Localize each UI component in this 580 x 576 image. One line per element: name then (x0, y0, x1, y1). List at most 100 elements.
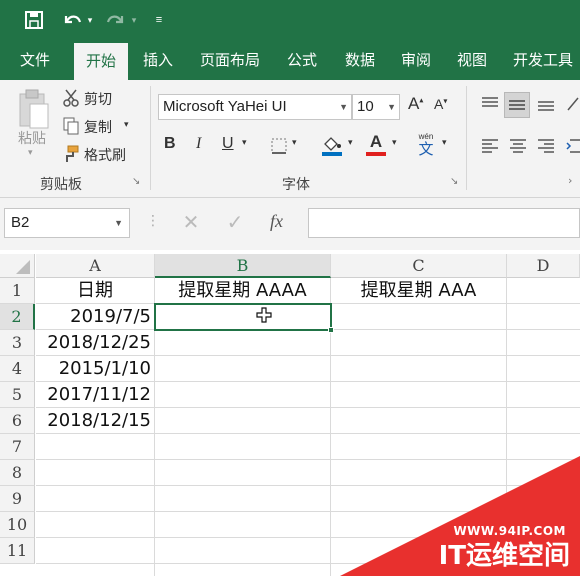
underline-dropdown-icon[interactable]: ▾ (242, 138, 247, 148)
cell-a5[interactable]: 2017/11/12 (36, 382, 154, 408)
paste-icon[interactable] (16, 88, 52, 132)
fill-handle[interactable] (328, 327, 334, 333)
align-right-icon[interactable] (536, 136, 556, 156)
customize-toolbar-icon[interactable]: ≡ (152, 6, 166, 34)
undo-icon[interactable] (60, 6, 84, 34)
align-center-icon[interactable] (508, 136, 528, 156)
watermark: WWW.94IP.COM IT运维空间 (340, 456, 580, 576)
font-launcher-icon[interactable]: ↘ (450, 176, 458, 187)
cell-a2[interactable]: 2019/7/5 (36, 304, 154, 330)
font-size-value: 10 (357, 98, 374, 115)
insert-function-button[interactable]: fx (270, 211, 283, 232)
tab-formulas[interactable]: 公式 (278, 40, 326, 80)
cell-a3[interactable]: 2018/12/25 (36, 330, 154, 356)
cell-c1[interactable]: 提取星期 AAA (331, 278, 506, 304)
grow-font-button[interactable]: A▴ (408, 94, 423, 114)
row-header-8[interactable]: 8 (0, 460, 35, 486)
copy-dropdown-icon[interactable]: ▾ (124, 120, 129, 130)
shrink-font-button[interactable]: A▾ (434, 96, 447, 112)
phonetic-button[interactable]: wén 文 (414, 132, 438, 160)
ribbon-scroll-indicator[interactable]: › (568, 174, 572, 187)
row-header-10[interactable]: 10 (0, 512, 35, 538)
tab-home[interactable]: 开始 (74, 43, 128, 80)
copy-button[interactable]: 复制 (84, 117, 112, 137)
cut-button[interactable]: 剪切 (84, 89, 112, 109)
name-box-dropdown-icon[interactable]: ▼ (114, 209, 123, 237)
tab-review[interactable]: 审阅 (392, 40, 440, 80)
row-header-1[interactable]: 1 (0, 278, 35, 304)
bold-button[interactable]: B (164, 135, 176, 153)
indent-icon[interactable] (566, 136, 580, 156)
phonetic-dropdown-icon[interactable]: ▾ (442, 138, 447, 148)
ribbon-tabs: 文件 开始 插入 页面布局 公式 数据 审阅 视图 开发工具 (0, 40, 580, 80)
tab-page-layout[interactable]: 页面布局 (192, 40, 268, 80)
tab-data[interactable]: 数据 (336, 40, 384, 80)
clipboard-group-label: 剪贴板 (40, 177, 82, 193)
cell-a4[interactable]: 2015/1/10 (36, 356, 154, 382)
tab-file[interactable]: 文件 (10, 40, 60, 80)
font-group-label: 字体 (282, 177, 310, 193)
undo-dropdown-icon[interactable]: ▾ (84, 6, 96, 34)
align-left-icon[interactable] (480, 136, 500, 156)
row-header-3[interactable]: 3 (0, 330, 35, 356)
cell-b1[interactable]: 提取星期 AAAA (155, 278, 330, 304)
tab-developer[interactable]: 开发工具 (506, 40, 580, 80)
name-box-value: B2 (11, 214, 30, 231)
row-header-6[interactable]: 6 (0, 408, 35, 434)
column-header-c[interactable]: C (331, 254, 507, 278)
copy-icon (62, 116, 80, 136)
font-name-select[interactable]: Microsoft YaHei UI ▼ (158, 94, 352, 120)
orientation-icon[interactable] (566, 94, 580, 114)
align-middle-icon[interactable] (504, 92, 530, 118)
select-all-button[interactable] (0, 254, 35, 278)
enter-icon[interactable]: ✓ (224, 210, 246, 234)
watermark-name: IT运维空间 (438, 541, 570, 571)
ribbon-home: 粘贴 ▾ 剪切 复制 ▾ 格式刷 剪贴板 ↘ Microsoft YaHei U… (0, 80, 580, 198)
name-box[interactable]: B2 ▼ (4, 208, 130, 238)
cancel-icon[interactable]: ✕ (180, 210, 202, 234)
row-header-7[interactable]: 7 (0, 434, 35, 460)
column-header-b[interactable]: B (155, 254, 331, 278)
fill-color-dropdown-icon[interactable]: ▾ (348, 138, 353, 148)
tab-view[interactable]: 视图 (448, 40, 496, 80)
row-header-4[interactable]: 4 (0, 356, 35, 382)
italic-button[interactable]: I (196, 135, 201, 153)
quick-access-toolbar: ▾ ▾ ≡ (0, 0, 580, 40)
font-color-dropdown-icon[interactable]: ▾ (392, 138, 397, 148)
clipboard-launcher-icon[interactable]: ↘ (132, 176, 140, 187)
font-color-letter: A (369, 132, 383, 151)
row-header-9[interactable]: 9 (0, 486, 35, 512)
font-color-swatch (366, 152, 386, 156)
underline-button[interactable]: U (222, 135, 234, 153)
column-header-d[interactable]: D (507, 254, 580, 278)
tab-insert[interactable]: 插入 (134, 40, 182, 80)
format-painter-icon (62, 144, 80, 164)
align-bottom-icon[interactable] (536, 94, 556, 114)
row-header-5[interactable]: 5 (0, 382, 35, 408)
cell-a1[interactable]: 日期 (36, 278, 154, 304)
save-icon[interactable] (22, 6, 46, 34)
font-size-select[interactable]: 10 ▼ (352, 94, 400, 120)
fill-color-icon[interactable] (320, 134, 344, 156)
redo-dropdown-icon[interactable]: ▾ (128, 6, 140, 34)
cell-a6[interactable]: 2018/12/15 (36, 408, 154, 434)
selected-cell-b2[interactable] (154, 303, 332, 331)
paste-button[interactable]: 粘贴 (18, 128, 46, 148)
row-header-11[interactable]: 11 (0, 538, 35, 564)
font-color-button[interactable]: A (366, 132, 386, 156)
align-top-icon[interactable] (480, 94, 500, 114)
cell-cursor-icon (256, 307, 272, 323)
borders-icon[interactable] (270, 137, 288, 155)
column-header-a[interactable]: A (36, 254, 155, 278)
more-options-icon[interactable]: ⋮ (146, 212, 160, 229)
font-name-dropdown-icon: ▼ (339, 102, 348, 112)
format-painter-button[interactable]: 格式刷 (84, 145, 126, 165)
paste-dropdown-icon[interactable]: ▾ (28, 148, 33, 158)
ribbon-separator (466, 86, 467, 190)
scissors-icon (62, 88, 80, 108)
row-header-2[interactable]: 2 (0, 304, 35, 330)
borders-dropdown-icon[interactable]: ▾ (292, 138, 297, 148)
redo-icon[interactable] (104, 6, 128, 34)
shrink-font-letter: A (434, 96, 444, 112)
formula-input[interactable] (308, 208, 580, 238)
